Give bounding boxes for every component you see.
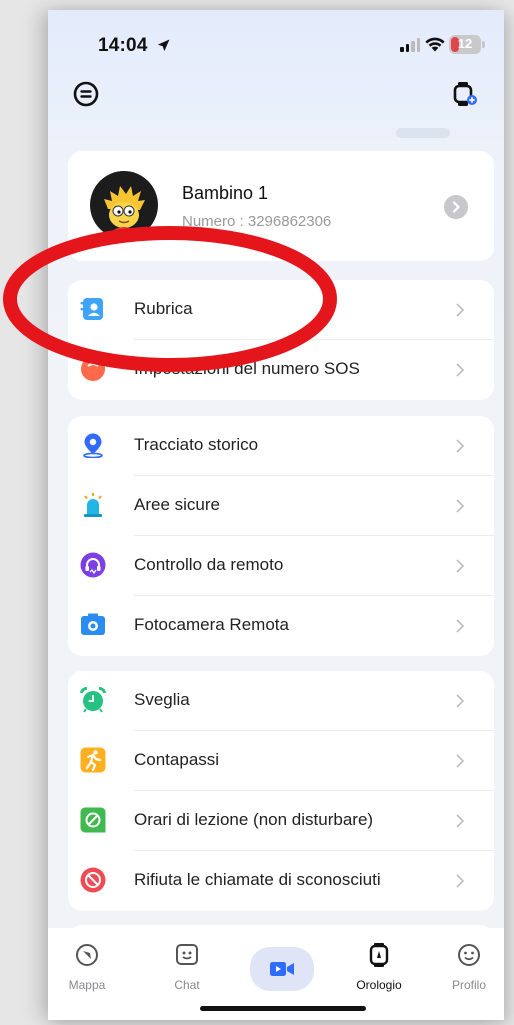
chevron-right-icon[interactable] bbox=[444, 195, 468, 219]
alarm-clock-icon bbox=[80, 687, 106, 713]
cellular-signal-icon bbox=[400, 38, 420, 52]
chat-icon bbox=[176, 944, 198, 965]
menu-row-rifiuta-chiamate[interactable]: Rifiuta le chiamate di sconosciuti bbox=[68, 851, 494, 911]
home-indicator bbox=[200, 1006, 366, 1011]
chevron-right-icon bbox=[456, 874, 465, 888]
chevron-right-icon bbox=[456, 303, 465, 317]
location-arrow-icon bbox=[157, 39, 170, 52]
video-call-icon bbox=[270, 962, 294, 976]
settings-group: Sveglia Contapassi Orari di lezione (non… bbox=[68, 671, 494, 911]
remote-listen-icon bbox=[80, 552, 106, 578]
tab-label: Chat bbox=[174, 978, 200, 992]
status-bar: 14:04 12 bbox=[48, 10, 504, 72]
tab-video-call[interactable] bbox=[250, 947, 314, 991]
contacts-group: Rubrica Impostazioni del numero SOS bbox=[68, 280, 494, 400]
tab-label: Profilo bbox=[451, 978, 486, 992]
wifi-icon bbox=[425, 37, 445, 52]
child-profile-card[interactable]: Bambino 1 Numero : 3296862306 bbox=[68, 151, 494, 261]
menu-row-fotocamera[interactable]: Fotocamera Remota bbox=[68, 596, 494, 656]
menu-row-label: Rifiuta le chiamate di sconosciuti bbox=[134, 870, 381, 889]
location-group: Tracciato storico Aree sicure Controllo … bbox=[68, 416, 494, 656]
menu-row-label: Impostazioni del numero SOS bbox=[134, 359, 360, 378]
pedometer-icon bbox=[80, 747, 106, 773]
chevron-right-icon bbox=[456, 814, 465, 828]
menu-row-label: Aree sicure bbox=[134, 495, 220, 514]
child-number: Numero : 3296862306 bbox=[182, 213, 332, 230]
tab-orologio[interactable]: Orologio bbox=[344, 942, 414, 1012]
menu-row-label: Sveglia bbox=[134, 690, 190, 709]
battery-level: 12 bbox=[457, 36, 473, 51]
chevron-right-icon bbox=[456, 363, 465, 377]
menu-row-label: Tracciato storico bbox=[134, 435, 259, 454]
menu-row-tracciato[interactable]: Tracciato storico bbox=[68, 416, 494, 476]
decorative-pill bbox=[396, 128, 450, 138]
menu-row-sveglia[interactable]: Sveglia bbox=[68, 671, 494, 731]
menu-row-label: Controllo da remoto bbox=[134, 555, 284, 574]
chevron-right-icon bbox=[456, 499, 465, 513]
menu-row-label: Fotocamera Remota bbox=[134, 615, 289, 634]
block-calls-icon bbox=[80, 867, 106, 893]
chevron-right-icon bbox=[456, 619, 465, 633]
menu-button[interactable] bbox=[68, 76, 104, 112]
camera-icon bbox=[81, 613, 105, 635]
sos-icon bbox=[81, 357, 105, 381]
tab-chat[interactable]: Chat bbox=[152, 942, 222, 1012]
chevron-right-icon bbox=[456, 694, 465, 708]
avatar bbox=[90, 171, 158, 239]
safe-zone-icon bbox=[84, 493, 102, 517]
status-time: 14:04 bbox=[98, 35, 170, 57]
menu-row-controllo-remoto[interactable]: Controllo da remoto bbox=[68, 536, 494, 596]
status-time-text: 14:04 bbox=[98, 35, 148, 56]
tab-label: Mappa bbox=[68, 978, 106, 992]
chevron-right-icon bbox=[456, 439, 465, 453]
menu-row-aree-sicure[interactable]: Aree sicure bbox=[68, 476, 494, 536]
menu-row-sos[interactable]: Impostazioni del numero SOS bbox=[68, 340, 494, 400]
battery-icon: 12 bbox=[449, 35, 485, 54]
chevron-right-icon bbox=[456, 559, 465, 573]
menu-row-label: Rubrica bbox=[134, 299, 193, 318]
location-pin-icon bbox=[83, 433, 103, 458]
tab-mappa[interactable]: Mappa bbox=[52, 942, 122, 1012]
menu-row-label: Contapassi bbox=[134, 750, 220, 769]
menu-row-contapassi[interactable]: Contapassi bbox=[68, 731, 494, 791]
contacts-icon bbox=[80, 298, 103, 320]
smiley-icon bbox=[458, 944, 480, 966]
menu-row-label: Orari di lezione (non disturbare) bbox=[134, 810, 374, 829]
child-name: Bambino 1 bbox=[182, 183, 269, 203]
tab-label: Orologio bbox=[356, 978, 402, 992]
menu-row-orari-lezione[interactable]: Orari di lezione (non disturbare) bbox=[68, 791, 494, 851]
add-watch-button[interactable] bbox=[446, 76, 482, 112]
menu-row-rubrica[interactable]: Rubrica bbox=[68, 280, 494, 340]
do-not-disturb-icon bbox=[80, 807, 106, 833]
watch-icon bbox=[369, 943, 389, 967]
chevron-right-icon bbox=[456, 754, 465, 768]
phone-screen: 14:04 12 Bambino 1 Numero: 3296862306 R… bbox=[48, 10, 504, 1020]
tab-profilo[interactable]: Profilo bbox=[434, 942, 504, 1012]
map-compass-icon bbox=[76, 944, 98, 966]
